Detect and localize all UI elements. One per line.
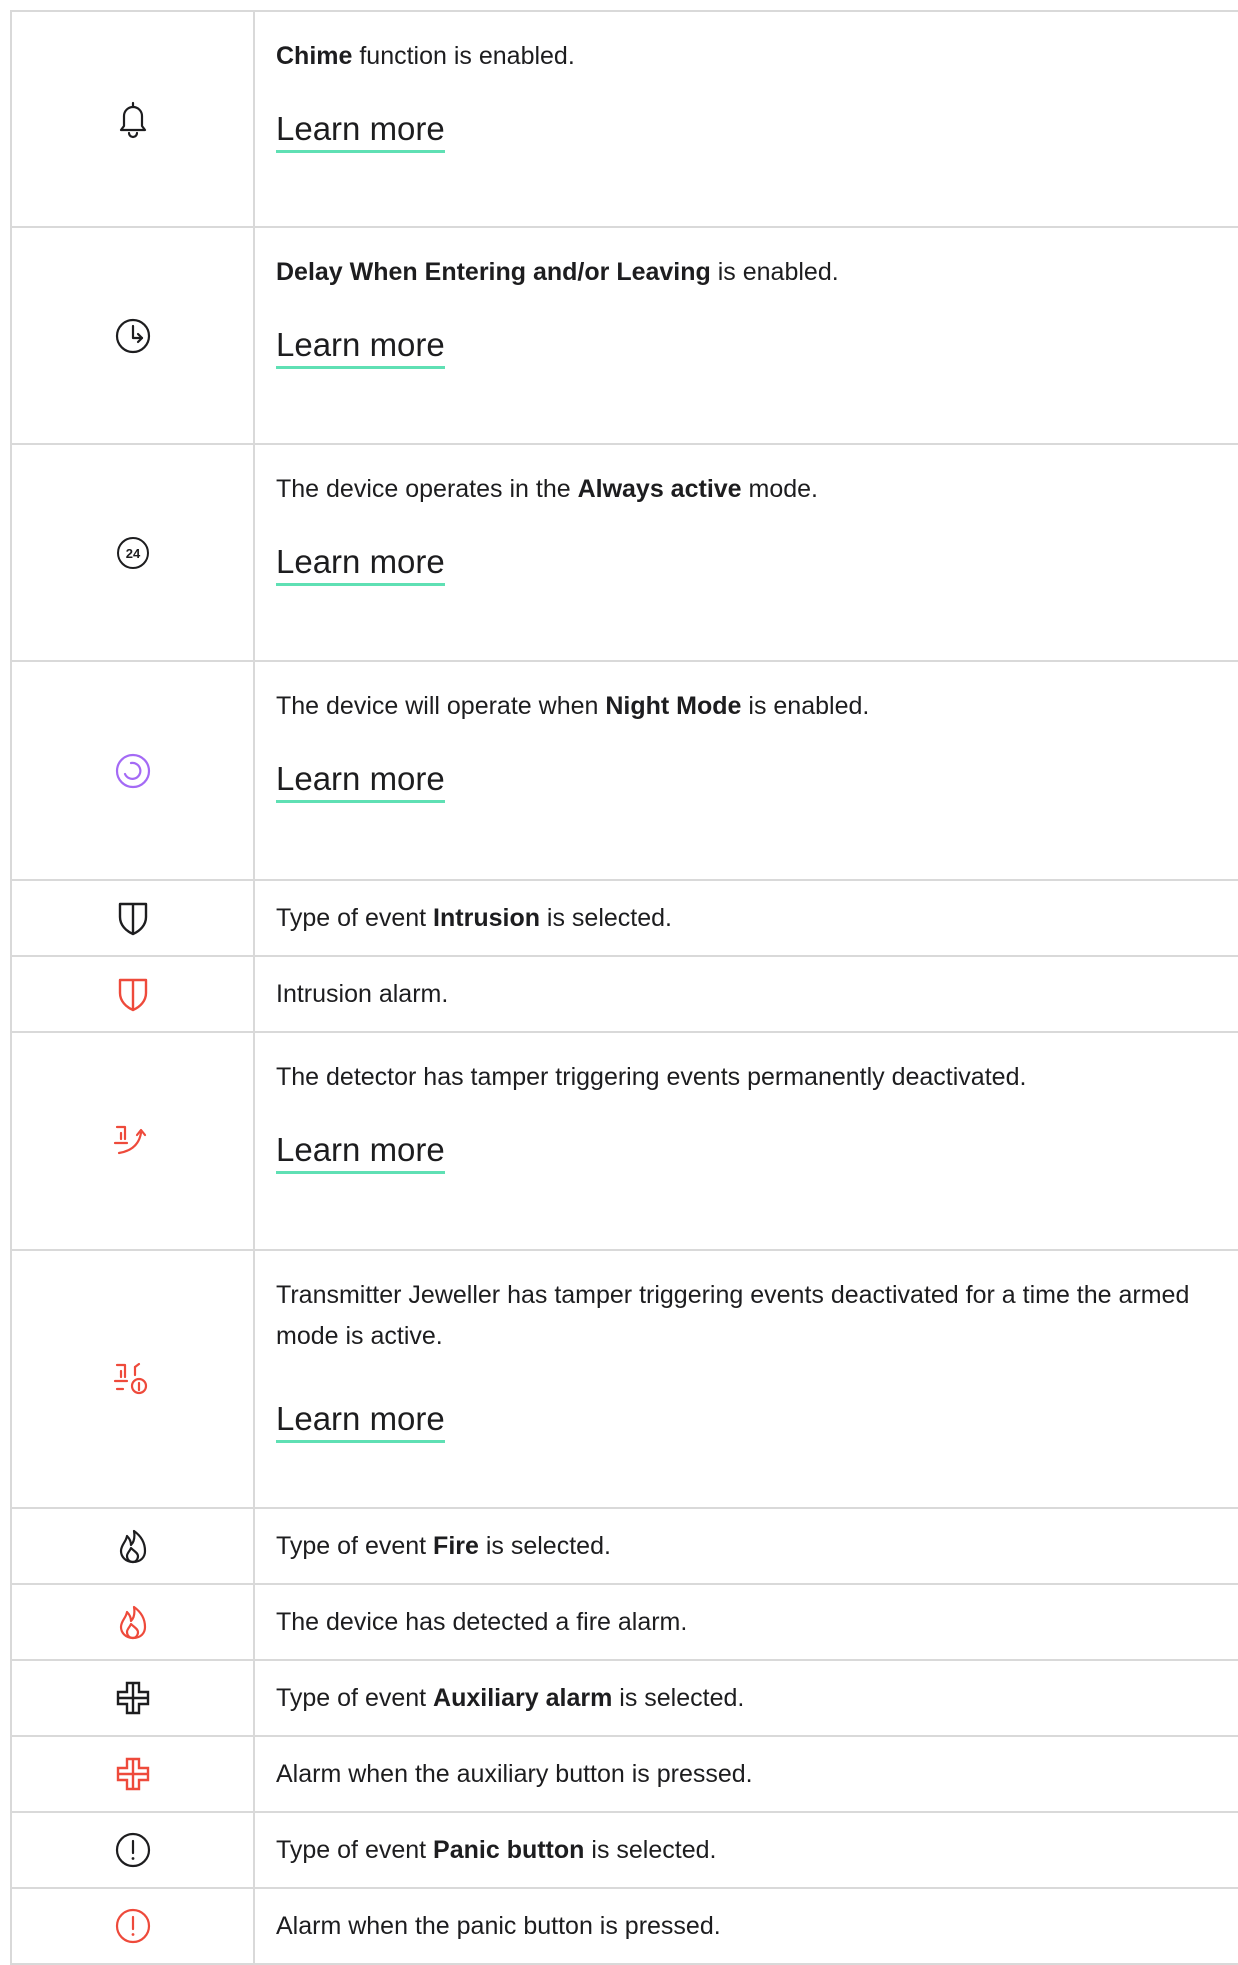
text-cell: Transmitter Jeweller has tamper triggeri… — [255, 1251, 1238, 1507]
row-description: The device operates in the Always active… — [276, 475, 819, 503]
icon-cell — [12, 228, 255, 443]
learn-more-link[interactable]: Learn more — [276, 1130, 445, 1174]
icon-cell — [12, 1585, 255, 1659]
learn-more-link[interactable]: Learn more — [276, 325, 445, 369]
table-row: Type of event Intrusion is selected. — [12, 881, 1238, 957]
text-cell: Intrusion alarm. — [255, 957, 1238, 1031]
row-description: The device has detected a fire alarm. — [276, 1607, 688, 1636]
auxiliary-alarm-icon — [113, 1754, 153, 1794]
bell-icon — [116, 99, 150, 139]
text-cell: Type of event Fire is selected. — [255, 1509, 1238, 1583]
table-row: Intrusion alarm. — [12, 957, 1238, 1033]
table-row: Transmitter Jeweller has tamper triggeri… — [12, 1251, 1238, 1509]
text-cell: Type of event Auxiliary alarm is selecte… — [255, 1661, 1238, 1735]
icons-table: Chime function is enabled. Learn more De… — [10, 10, 1238, 1965]
auxiliary-cross-icon — [113, 1678, 153, 1718]
always-active-24-icon: 24 — [115, 535, 151, 571]
icon-cell: 24 — [12, 445, 255, 660]
table-row: Alarm when the auxiliary button is press… — [12, 1737, 1238, 1813]
table-row: The device has detected a fire alarm. — [12, 1585, 1238, 1661]
row-description: Chime function is enabled. — [276, 42, 575, 70]
icon-cell — [12, 1889, 255, 1963]
text-cell: Chime function is enabled. Learn more — [255, 12, 1238, 226]
icon-cell — [12, 1033, 255, 1249]
shield-icon — [115, 899, 151, 937]
text-cell: Delay When Entering and/or Leaving is en… — [255, 228, 1238, 443]
text-cell: Type of event Intrusion is selected. — [255, 881, 1238, 955]
learn-more-link[interactable]: Learn more — [276, 542, 445, 586]
text-cell: Type of event Panic button is selected. — [255, 1813, 1238, 1887]
panic-alarm-icon — [113, 1906, 153, 1946]
icon-cell — [12, 1509, 255, 1583]
table-row: Type of event Auxiliary alarm is selecte… — [12, 1661, 1238, 1737]
panic-icon — [113, 1830, 153, 1870]
fire-icon — [116, 1526, 150, 1566]
row-description: Type of event Fire is selected. — [276, 1531, 611, 1560]
row-description: Type of event Auxiliary alarm is selecte… — [276, 1683, 745, 1712]
row-description: Intrusion alarm. — [276, 979, 449, 1008]
shield-alarm-icon — [115, 975, 151, 1013]
row-description: Alarm when the auxiliary button is press… — [276, 1759, 753, 1788]
icon-cell — [12, 12, 255, 226]
icon-cell — [12, 957, 255, 1031]
text-cell: The detector has tamper triggering event… — [255, 1033, 1238, 1249]
text-cell: Alarm when the auxiliary button is press… — [255, 1737, 1238, 1811]
table-row: Type of event Panic button is selected. — [12, 1813, 1238, 1889]
row-description: Type of event Panic button is selected. — [276, 1835, 717, 1864]
night-mode-icon — [113, 751, 153, 791]
text-cell: Alarm when the panic button is pressed. — [255, 1889, 1238, 1963]
table-row: Type of event Fire is selected. — [12, 1509, 1238, 1585]
row-description: Transmitter Jeweller has tamper triggeri… — [276, 1281, 1190, 1350]
table-row: The detector has tamper triggering event… — [12, 1033, 1238, 1251]
table-row: The device will operate when Night Mode … — [12, 662, 1238, 881]
tamper-off-once-icon — [111, 1359, 155, 1399]
icon-cell — [12, 1251, 255, 1507]
svg-text:24: 24 — [125, 546, 140, 561]
icon-cell — [12, 881, 255, 955]
tamper-off-icon — [111, 1121, 155, 1161]
row-description: Delay When Entering and/or Leaving is en… — [276, 258, 839, 286]
icon-cell — [12, 1737, 255, 1811]
table-row: Chime function is enabled. Learn more — [12, 12, 1238, 228]
table-row: Delay When Entering and/or Leaving is en… — [12, 228, 1238, 445]
text-cell: The device has detected a fire alarm. — [255, 1585, 1238, 1659]
learn-more-link[interactable]: Learn more — [276, 759, 445, 803]
text-cell: The device operates in the Always active… — [255, 445, 1238, 660]
learn-more-link[interactable]: Learn more — [276, 109, 445, 153]
clock-delay-icon — [113, 316, 153, 356]
learn-more-link[interactable]: Learn more — [276, 1399, 445, 1443]
row-description: The detector has tamper triggering event… — [276, 1063, 1027, 1091]
table-row: 24 The device operates in the Always act… — [12, 445, 1238, 662]
row-description: Type of event Intrusion is selected. — [276, 903, 672, 932]
row-description: Alarm when the panic button is pressed. — [276, 1911, 721, 1940]
table-row: Alarm when the panic button is pressed. — [12, 1889, 1238, 1965]
text-cell: The device will operate when Night Mode … — [255, 662, 1238, 879]
fire-alarm-icon — [116, 1602, 150, 1642]
row-description: The device will operate when Night Mode … — [276, 692, 870, 720]
icon-cell — [12, 1661, 255, 1735]
icon-cell — [12, 662, 255, 879]
icon-cell — [12, 1813, 255, 1887]
